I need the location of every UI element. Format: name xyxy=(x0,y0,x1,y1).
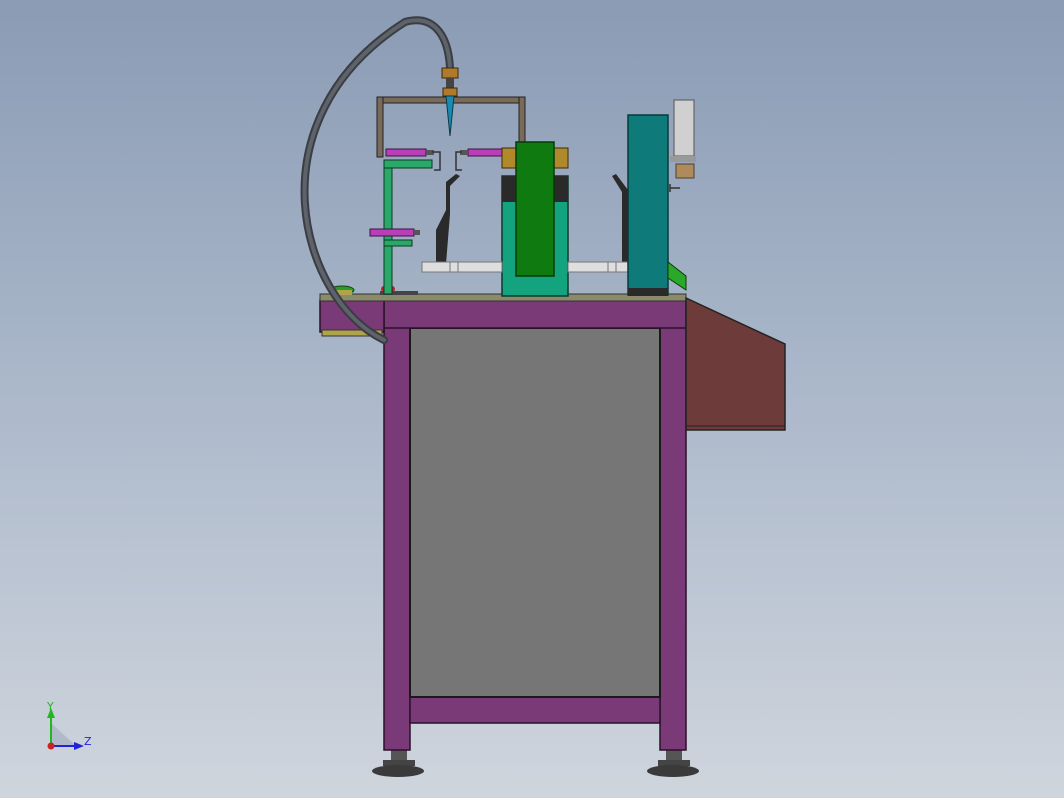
leveling-foot-left xyxy=(372,748,424,777)
triad-plane xyxy=(51,723,76,746)
triad-origin xyxy=(47,742,55,750)
press-head xyxy=(669,99,696,192)
frame-bottom-rail xyxy=(409,696,661,724)
frame-top-rail xyxy=(383,299,687,329)
leveling-foot-right xyxy=(647,748,699,777)
pneumatic-cylinder-upper-right xyxy=(455,148,505,171)
machine-model: Y Z xyxy=(46,16,786,777)
control-box xyxy=(685,296,786,431)
guide-hook-right xyxy=(612,174,628,264)
frame-leg-left xyxy=(383,325,411,751)
air-hose xyxy=(300,16,454,344)
y-axis-label: Y xyxy=(46,700,54,713)
guide-hook-left xyxy=(436,174,460,264)
machine-stand xyxy=(319,293,699,777)
frame-leg-right xyxy=(659,325,687,751)
orientation-triad[interactable]: Y Z xyxy=(46,700,92,750)
cylinder-mount-bracket xyxy=(383,159,433,295)
pneumatic-cylinder-lower xyxy=(369,228,420,237)
z-axis-label: Z xyxy=(84,735,92,748)
side-panel xyxy=(409,327,661,698)
cad-viewport[interactable]: Y Z xyxy=(0,0,1064,798)
